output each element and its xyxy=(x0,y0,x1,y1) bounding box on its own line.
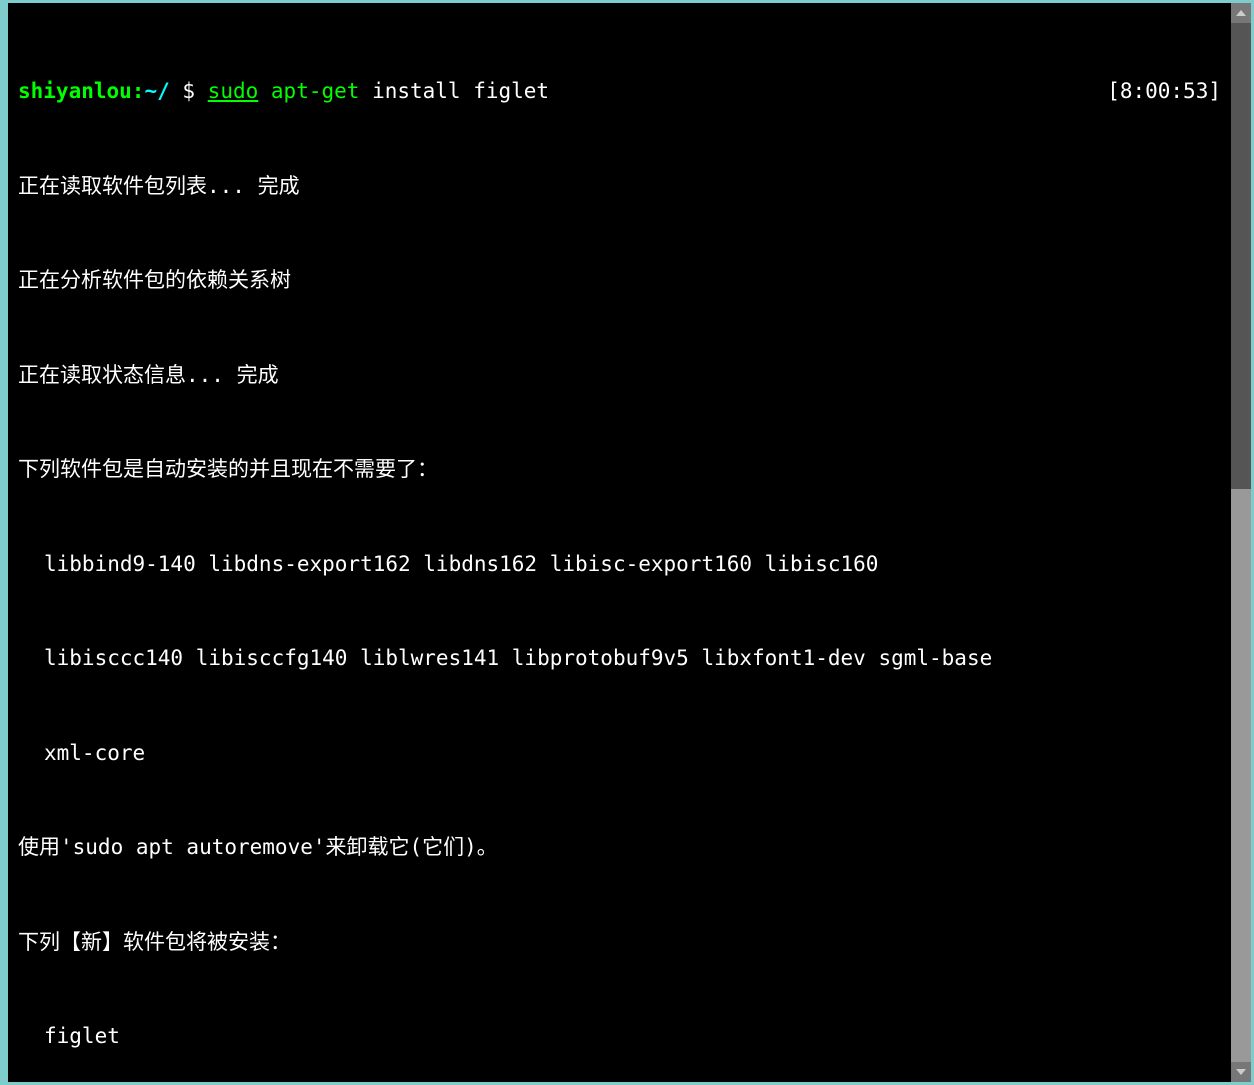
cmd-space xyxy=(258,79,271,103)
scrollbar-track[interactable] xyxy=(1231,3,1251,1082)
scrollbar-thumb[interactable] xyxy=(1231,489,1251,1082)
prompt-time-1: [8:00:53] xyxy=(1107,76,1221,108)
prompt-path: ~/ xyxy=(144,79,169,103)
cmd-sudo: sudo xyxy=(208,79,259,103)
cmd-rest: install figlet xyxy=(359,79,549,103)
output-line: 下列软件包是自动安装的并且现在不需要了： xyxy=(18,454,1221,486)
output-line: 正在读取状态信息... 完成 xyxy=(18,360,1221,392)
vertical-scrollbar[interactable] xyxy=(1231,3,1251,1082)
prompt-dollar: $ xyxy=(170,79,208,103)
output-line: 下列【新】软件包将被安装： xyxy=(18,927,1221,959)
output-line: 使用'sudo apt autoremove'来卸载它(它们)。 xyxy=(18,832,1221,864)
output-line: libisccc140 libisccfg140 liblwres141 lib… xyxy=(18,643,1221,675)
prompt-user: shiyanlou: xyxy=(18,79,144,103)
cmd-aptget: apt-get xyxy=(271,79,360,103)
output-line: 正在分析软件包的依赖关系树 xyxy=(18,265,1221,297)
prompt-line-1: shiyanlou:~/ $ sudo apt-get install figl… xyxy=(18,76,1221,108)
output-line: figlet xyxy=(18,1021,1221,1053)
terminal-window: shiyanlou:~/ $ sudo apt-get install figl… xyxy=(8,3,1251,1082)
scrollbar-up-arrow[interactable] xyxy=(1231,3,1251,23)
output-line: xml-core xyxy=(18,738,1221,770)
scrollbar-down-arrow[interactable] xyxy=(1231,1062,1251,1082)
output-line: 正在读取软件包列表... 完成 xyxy=(18,171,1221,203)
terminal[interactable]: shiyanlou:~/ $ sudo apt-get install figl… xyxy=(8,3,1231,1082)
output-line: libbind9-140 libdns-export162 libdns162 … xyxy=(18,549,1221,581)
